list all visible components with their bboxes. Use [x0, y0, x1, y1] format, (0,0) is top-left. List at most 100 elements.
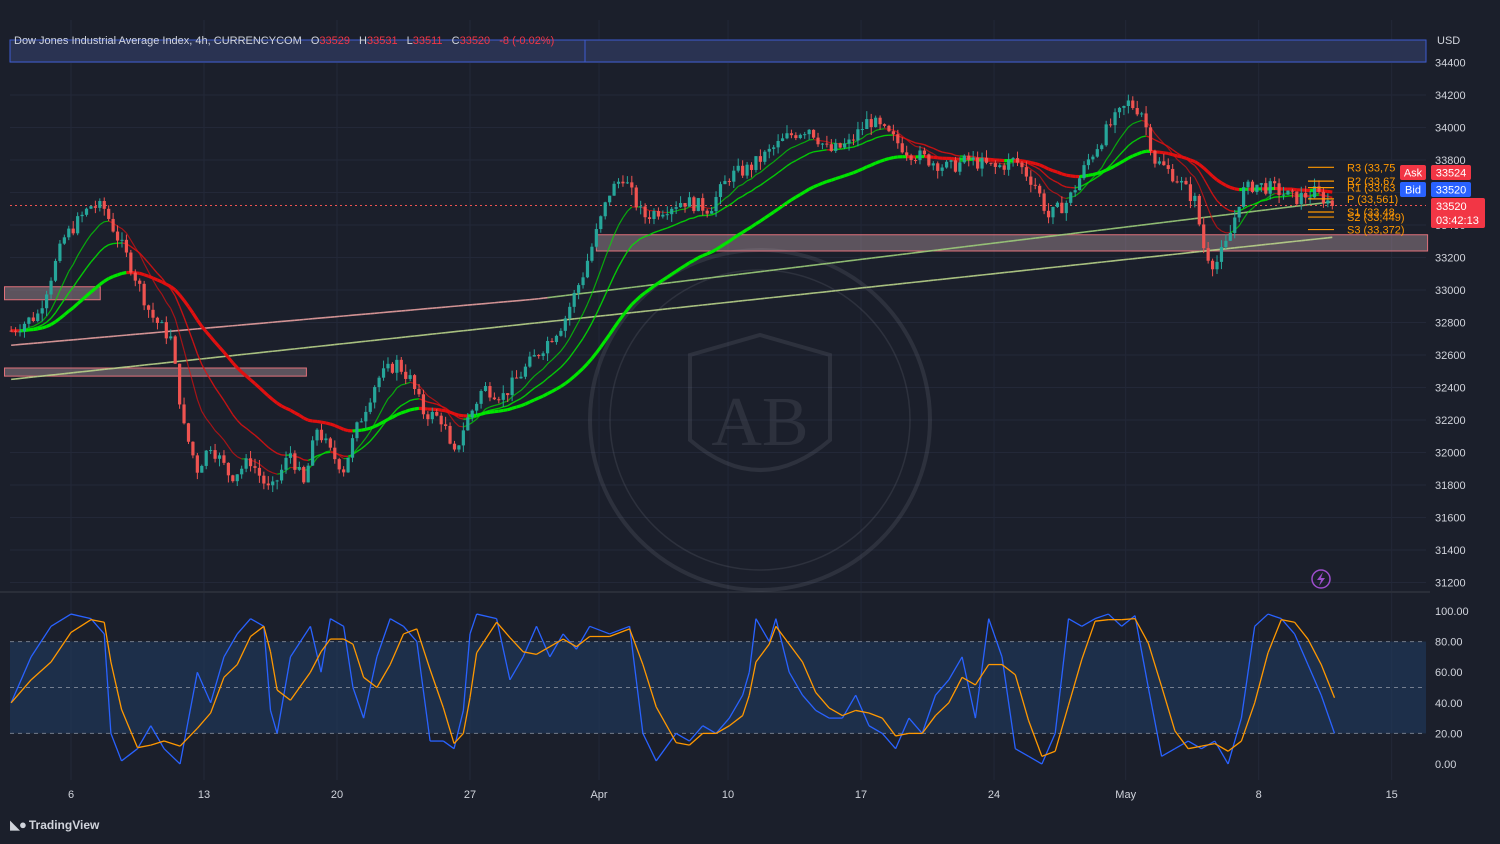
ma-thick-50	[400, 409, 407, 415]
candle-body	[754, 156, 758, 170]
candle-body	[772, 147, 776, 149]
candle-body	[820, 143, 825, 145]
ma-slow-100	[1181, 218, 1187, 222]
candle-body	[572, 292, 576, 307]
ma-slow-100	[831, 261, 836, 264]
candle-body	[501, 393, 505, 400]
ma-thin-20	[844, 147, 850, 150]
ma-thick-50	[524, 400, 531, 406]
candle-body	[749, 164, 754, 170]
chart-canvas[interactable]: AB R3 (33,75R2 (33,67R1 (33,63P (33,561)…	[0, 0, 1500, 844]
candle-body	[590, 246, 594, 261]
candle-body	[944, 161, 949, 168]
ma-thick-50	[839, 174, 846, 179]
ma-thick-50	[697, 254, 704, 260]
ma-thick-50	[143, 273, 150, 278]
candle-body	[1015, 158, 1020, 163]
close-label: C	[451, 35, 460, 47]
ma-slow-100	[906, 252, 912, 255]
candle-body	[448, 425, 452, 444]
ma-slow-100	[1075, 231, 1080, 235]
ma-thin-20	[919, 142, 925, 146]
ma-thin-20	[848, 146, 854, 149]
candle-body	[971, 157, 975, 160]
ma-thick-50	[1039, 163, 1045, 169]
tradingview-logo[interactable]: ◣● TradingView	[10, 817, 99, 833]
candle-body	[1055, 202, 1060, 207]
candle-body	[337, 459, 341, 470]
symbol-legend[interactable]: Dow Jones Industrial Average Index, 4h, …	[14, 35, 554, 47]
candle-body	[1188, 184, 1193, 202]
ma-slow-100	[1039, 236, 1045, 239]
ma-thick-50	[950, 156, 956, 161]
ma-slow-100	[1083, 230, 1089, 233]
ma-thin-20	[840, 147, 845, 150]
price-tick-label: 34400	[1435, 58, 1466, 70]
candle-body	[510, 377, 514, 396]
candle-body	[843, 143, 847, 148]
ma-thin-20	[494, 407, 499, 410]
candle-body	[293, 453, 297, 470]
ma-slow-100	[560, 294, 566, 297]
candle-body	[710, 211, 714, 214]
ma-thick-50	[799, 190, 806, 196]
ma-slow-100	[1079, 231, 1085, 234]
ma-thick-50	[41, 324, 48, 330]
ma-slow-100	[1150, 222, 1156, 225]
candle-body	[435, 411, 439, 416]
candle-body	[683, 203, 687, 207]
candle-body	[89, 206, 93, 209]
candle-body	[936, 163, 940, 171]
price-tick-label: 33000	[1435, 285, 1466, 297]
ma-slow-100	[1310, 203, 1315, 206]
ma-slow-100	[973, 244, 978, 247]
pivot-label: S2 (33,449)	[1347, 212, 1404, 224]
ma-thin-20	[813, 150, 819, 153]
ma-slow-100	[809, 264, 814, 267]
ma-slow-100	[1190, 217, 1195, 220]
candle-body	[647, 217, 652, 219]
candle-body	[395, 359, 399, 373]
candle-body	[1073, 190, 1077, 193]
ma-slow-100	[707, 276, 712, 279]
candle-body	[1077, 178, 1082, 191]
candle-body	[900, 143, 904, 153]
ma-slow-100	[995, 241, 1000, 244]
candle-body	[466, 417, 470, 431]
ma-slow-100	[662, 282, 668, 285]
ma-thin-10	[879, 128, 885, 130]
ma-slow-100	[724, 274, 730, 277]
candle-body	[758, 156, 762, 162]
candle-body	[1144, 113, 1148, 128]
ma-slow-100	[915, 251, 921, 254]
candle-body	[687, 197, 692, 207]
ma-slow-100	[1021, 238, 1027, 241]
ma-slow-100	[879, 255, 885, 258]
ma-thick-50	[108, 275, 114, 280]
candle-body	[40, 308, 44, 314]
candle-body	[355, 422, 359, 439]
ma-thick-50	[343, 427, 349, 433]
candle-body	[661, 214, 665, 217]
candle-body	[980, 157, 984, 169]
candle-body	[160, 322, 164, 324]
ma-thick-50	[1070, 174, 1076, 179]
candle-body	[373, 387, 377, 403]
ma-thick-50	[1066, 173, 1071, 178]
candle-body	[962, 155, 966, 163]
ma-thin-10	[325, 450, 331, 453]
candle-body	[479, 390, 483, 404]
ma-thick-50	[458, 413, 464, 418]
ma-thick-50	[529, 398, 535, 404]
candle-body	[1029, 176, 1033, 185]
candle-body	[49, 280, 53, 295]
ma-slow-100	[826, 262, 832, 265]
last-price-value: 33520	[1436, 201, 1467, 213]
candle-body	[891, 131, 895, 135]
change-value: -8 (-0.02%)	[499, 35, 555, 47]
ma-thick-50	[933, 155, 938, 160]
candle-body	[967, 155, 971, 160]
candle-body	[984, 157, 989, 163]
ma-slow-100	[738, 273, 743, 276]
ma-slow-100	[840, 260, 845, 263]
